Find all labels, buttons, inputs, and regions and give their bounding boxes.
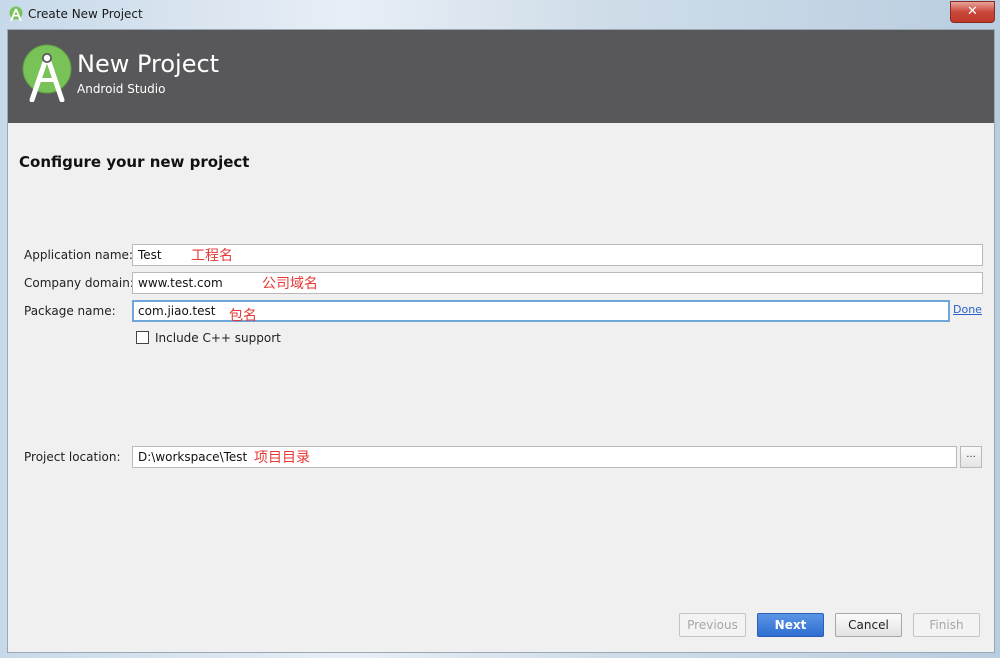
browse-button[interactable]: ... bbox=[960, 446, 982, 468]
finish-button[interactable]: Finish bbox=[913, 613, 980, 637]
done-link[interactable]: Done bbox=[953, 303, 982, 316]
application-name-annotation: 工程名 bbox=[191, 248, 233, 264]
include-cpp-checkbox[interactable] bbox=[136, 331, 149, 344]
project-location-annotation: 项目目录 bbox=[254, 450, 310, 466]
next-button[interactable]: Next bbox=[757, 613, 824, 637]
application-name-label: Application name: bbox=[24, 248, 133, 262]
section-title: Configure your new project bbox=[19, 153, 250, 171]
project-location-value: D:\workspace\Test bbox=[138, 450, 248, 464]
include-cpp-label[interactable]: Include C++ support bbox=[155, 331, 281, 345]
android-studio-icon bbox=[9, 6, 23, 22]
company-domain-label: Company domain: bbox=[24, 276, 134, 290]
close-button[interactable]: ✕ bbox=[950, 1, 995, 23]
create-project-window: Create New Project ✕ New Project Android… bbox=[0, 0, 1000, 658]
company-domain-input[interactable]: www.test.com bbox=[132, 272, 983, 294]
cancel-button[interactable]: Cancel bbox=[835, 613, 902, 637]
application-name-value: Test bbox=[138, 248, 162, 262]
company-domain-annotation: 公司域名 bbox=[262, 276, 318, 292]
previous-button[interactable]: Previous bbox=[679, 613, 746, 637]
banner-subtitle: Android Studio bbox=[77, 82, 166, 96]
banner-title: New Project bbox=[77, 50, 220, 78]
application-name-input[interactable]: Test bbox=[132, 244, 983, 266]
header-banner: New Project Android Studio bbox=[8, 30, 994, 123]
package-name-label: Package name: bbox=[24, 304, 116, 318]
package-name-annotation: 包名 bbox=[229, 308, 257, 324]
project-location-label: Project location: bbox=[24, 450, 121, 464]
company-domain-value: www.test.com bbox=[138, 276, 223, 290]
window-title: Create New Project bbox=[28, 7, 143, 21]
title-bar: Create New Project ✕ bbox=[0, 0, 1000, 28]
dialog-content: New Project Android Studio Configure you… bbox=[7, 29, 995, 653]
package-name-value: com.jiao.test bbox=[138, 304, 216, 318]
android-studio-logo bbox=[22, 44, 72, 102]
